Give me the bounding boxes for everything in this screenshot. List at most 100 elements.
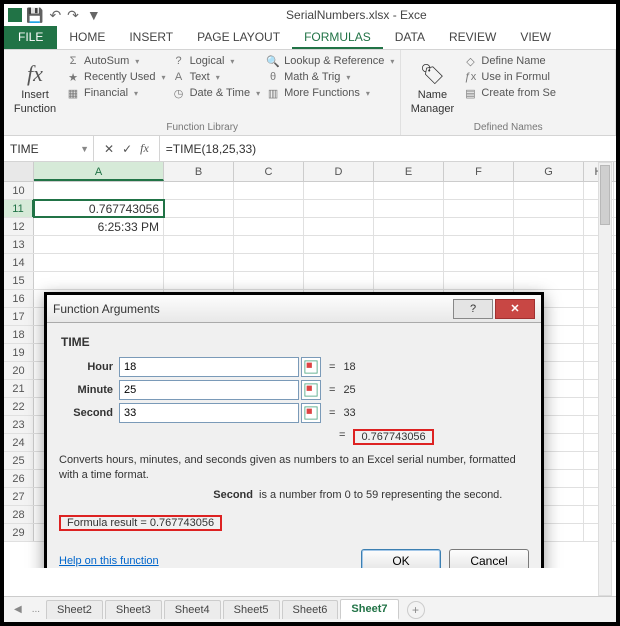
row-header[interactable]: 17 — [4, 308, 34, 325]
cell[interactable] — [374, 218, 444, 235]
lookup-button[interactable]: 🔍Lookup & Reference▾ — [266, 54, 394, 68]
cancel-button[interactable]: Cancel — [449, 549, 529, 568]
scrollbar-thumb[interactable] — [600, 165, 610, 225]
cell[interactable] — [514, 200, 584, 217]
cell[interactable] — [514, 236, 584, 253]
row-header[interactable]: 29 — [4, 524, 34, 541]
row-header[interactable]: 27 — [4, 488, 34, 505]
cell[interactable] — [304, 236, 374, 253]
tab-review[interactable]: REVIEW — [437, 26, 508, 49]
cell[interactable] — [234, 236, 304, 253]
undo-icon[interactable]: ↶ — [49, 7, 61, 24]
mathtrig-button[interactable]: θMath & Trig▾ — [266, 70, 394, 84]
sheet-tab[interactable]: Sheet2 — [46, 600, 103, 619]
row-header[interactable]: 15 — [4, 272, 34, 289]
col-header-f[interactable]: F — [444, 162, 514, 181]
close-button[interactable]: ✕ — [495, 299, 535, 319]
formula-input[interactable]: =TIME(18,25,33) — [160, 136, 616, 161]
cell[interactable] — [234, 182, 304, 199]
sheet-tab[interactable]: Sheet6 — [282, 600, 339, 619]
help-button[interactable]: ? — [453, 299, 493, 319]
row-header[interactable]: 19 — [4, 344, 34, 361]
create-from-button[interactable]: ▤Create from Se — [463, 86, 556, 100]
row-header[interactable]: 11 — [4, 200, 34, 217]
cell[interactable] — [514, 218, 584, 235]
cell[interactable] — [374, 236, 444, 253]
cell[interactable] — [304, 200, 374, 217]
hour-input[interactable] — [119, 357, 299, 377]
col-header-e[interactable]: E — [374, 162, 444, 181]
cell[interactable] — [304, 182, 374, 199]
row-header[interactable]: 23 — [4, 416, 34, 433]
tab-formulas[interactable]: FORMULAS — [292, 26, 383, 49]
sheet-nav-more[interactable]: ... — [28, 604, 44, 615]
cell[interactable] — [34, 182, 164, 199]
cell[interactable] — [444, 272, 514, 289]
cell[interactable] — [34, 272, 164, 289]
row-header[interactable]: 28 — [4, 506, 34, 523]
cell[interactable] — [304, 254, 374, 271]
dialog-titlebar[interactable]: Function Arguments ? ✕ — [47, 295, 541, 323]
sheet-tab[interactable]: Sheet4 — [164, 600, 221, 619]
col-header-g[interactable]: G — [514, 162, 584, 181]
cell[interactable] — [164, 200, 234, 217]
col-header-a[interactable]: A — [34, 162, 164, 181]
tab-insert[interactable]: INSERT — [117, 26, 185, 49]
cell[interactable] — [374, 272, 444, 289]
cell[interactable] — [164, 182, 234, 199]
cell[interactable] — [164, 236, 234, 253]
tab-data[interactable]: DATA — [383, 26, 437, 49]
cell[interactable] — [444, 236, 514, 253]
fx-icon[interactable]: fx — [140, 141, 149, 156]
cell[interactable] — [234, 254, 304, 271]
row-header[interactable]: 26 — [4, 470, 34, 487]
datetime-button[interactable]: ◷Date & Time▾ — [172, 86, 261, 100]
name-manager-button[interactable]: 🏷 Name Manager — [407, 54, 457, 122]
cell[interactable] — [234, 218, 304, 235]
insert-function-button[interactable]: fx Insert Function — [10, 54, 60, 122]
cell[interactable] — [234, 200, 304, 217]
row-header[interactable]: 14 — [4, 254, 34, 271]
cell[interactable] — [444, 182, 514, 199]
cell[interactable] — [514, 254, 584, 271]
cell[interactable] — [374, 254, 444, 271]
cell[interactable] — [34, 254, 164, 271]
use-in-formula-button[interactable]: ƒxUse in Formul — [463, 70, 556, 84]
select-all-corner[interactable] — [4, 162, 34, 181]
chevron-down-icon[interactable]: ▼ — [80, 144, 89, 154]
financial-button[interactable]: ▦Financial▾ — [66, 86, 166, 100]
row-header[interactable]: 22 — [4, 398, 34, 415]
tab-file[interactable]: FILE — [4, 26, 57, 49]
cell[interactable] — [374, 182, 444, 199]
tab-view[interactable]: VIEW — [508, 26, 563, 49]
sheet-nav-prev[interactable]: ◀ — [10, 604, 26, 615]
row-header[interactable]: 25 — [4, 452, 34, 469]
col-header-b[interactable]: B — [164, 162, 234, 181]
row-header[interactable]: 20 — [4, 362, 34, 379]
cell[interactable] — [374, 200, 444, 217]
row-header[interactable]: 12 — [4, 218, 34, 235]
ok-button[interactable]: OK — [361, 549, 441, 568]
row-header[interactable]: 24 — [4, 434, 34, 451]
morefn-button[interactable]: ▥More Functions▾ — [266, 86, 394, 100]
cell[interactable] — [514, 272, 584, 289]
help-link[interactable]: Help on this function — [59, 555, 159, 567]
cell[interactable] — [164, 218, 234, 235]
cancel-formula-icon[interactable]: ✕ — [104, 142, 114, 156]
row-header[interactable]: 21 — [4, 380, 34, 397]
row-header[interactable]: 13 — [4, 236, 34, 253]
qat-more-icon[interactable]: ▼ — [87, 7, 101, 23]
sheet-tab[interactable]: Sheet3 — [105, 600, 162, 619]
cell[interactable] — [34, 236, 164, 253]
cell[interactable] — [444, 218, 514, 235]
name-box[interactable]: TIME ▼ — [4, 136, 94, 161]
col-header-d[interactable]: D — [304, 162, 374, 181]
tab-home[interactable]: HOME — [57, 26, 117, 49]
row-header[interactable]: 10 — [4, 182, 34, 199]
text-button[interactable]: AText▾ — [172, 70, 261, 84]
autosum-button[interactable]: ΣAutoSum▾ — [66, 54, 166, 68]
cell[interactable] — [234, 272, 304, 289]
sheet-tab[interactable]: Sheet5 — [223, 600, 280, 619]
enter-formula-icon[interactable]: ✓ — [122, 142, 132, 156]
second-input[interactable] — [119, 403, 299, 423]
